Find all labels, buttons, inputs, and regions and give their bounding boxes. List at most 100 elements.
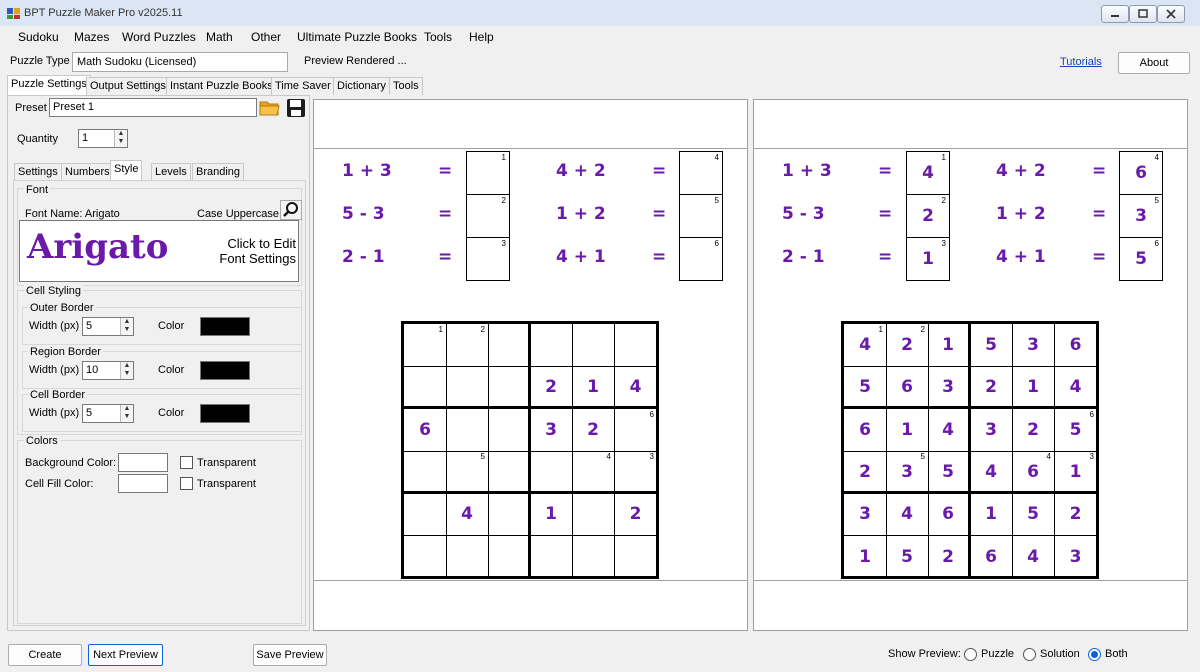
solution-preview-pane[interactable]: 1 + 3 = 1 4 4 + 2 = 4 6 5 - 3 = 2 2 1 + 2 = 5 3 2 - 1 = 3 1… [753,99,1188,631]
save-preview-button[interactable]: Save Preview [253,644,327,666]
subtab-branding[interactable]: Branding [192,163,245,181]
close-icon [1166,9,1176,19]
clue-number: 3 [941,239,946,248]
clue-expression: 1 + 2 [996,204,1046,224]
region-border-label: Region Border [28,346,103,358]
tab-tools[interactable]: Tools [389,77,423,95]
grid-cell [488,324,531,367]
grid-cell: 2 [446,324,489,367]
cell-clue-number: 1 [438,325,443,334]
cell-value: 6 [942,504,954,525]
outer-color-swatch[interactable] [200,317,250,336]
tab-dictionary[interactable]: Dictionary [333,77,390,95]
show-puzzle-radio[interactable] [964,648,977,661]
menu-tools[interactable]: Tools [424,30,452,44]
subtab-settings[interactable]: Settings [14,163,62,181]
answer-value: 5 [1135,249,1147,269]
background-transparent-label: Transparent [197,457,256,469]
preset-input[interactable]: Preset 1 [49,98,257,117]
puzzle-type-select[interactable]: Math Sudoku (Licensed) ⌄ [72,52,288,72]
grid-cell: 2 [844,450,887,494]
grid-cell: 3 [1012,324,1055,367]
spin-buttons[interactable]: ▲ ▼ [120,405,133,422]
cell-fill-color-swatch[interactable] [118,474,168,493]
subtab-levels[interactable]: Levels [151,163,191,181]
subtab-numbers[interactable]: Numbers [61,163,114,181]
menu-help[interactable]: Help [469,30,494,44]
cell-fill-transparent-checkbox[interactable] [180,477,193,490]
show-both-radio[interactable] [1088,648,1101,661]
create-button[interactable]: Create [8,644,82,666]
spin-down-icon[interactable]: ▼ [121,413,133,421]
outer-width-stepper[interactable]: 5 ▲ ▼ [82,317,134,336]
cell-value: 4 [901,504,913,525]
grid-cell [446,408,489,452]
close-button[interactable] [1157,5,1185,23]
region-color-swatch[interactable] [200,361,250,380]
clue-number: 4 [1154,153,1159,162]
menu-sudoku[interactable]: Sudoku [18,30,59,44]
outer-width-value: 5 [86,320,93,332]
menu-other[interactable]: Other [251,30,281,44]
grid-cell: 5 [928,450,971,494]
about-button[interactable]: About [1118,52,1190,74]
show-preview-label: Show Preview: [888,648,961,660]
spin-buttons[interactable]: ▲ ▼ [120,362,133,379]
spin-up-icon[interactable]: ▲ [121,362,133,370]
open-folder-icon[interactable] [259,98,280,118]
clue-expression: 5 - 3 [342,204,385,224]
cell-clue-number: 4 [606,451,611,461]
answer-value: 4 [922,163,934,183]
grid-cell: 2 [1012,408,1055,452]
background-color-label: Background Color: [25,457,117,469]
cell-value: 2 [942,546,954,567]
menu-math[interactable]: Math [206,30,233,44]
tab-instant-puzzle-books[interactable]: Instant Puzzle Books [166,77,277,95]
cell-styling-label: Cell Styling [24,285,84,297]
equals-sign: = [652,161,667,181]
grid-cell: 5 [844,366,887,410]
spin-buttons[interactable]: ▲ ▼ [114,130,127,147]
cell-width-stepper[interactable]: 5 ▲ ▼ [82,404,134,423]
grid-cell: 4 [446,493,489,537]
quantity-stepper[interactable]: 1 ▲ ▼ [78,129,128,148]
cell-value: 3 [1069,546,1082,567]
menu-word-puzzles[interactable]: Word Puzzles [122,30,196,44]
spin-up-icon[interactable]: ▲ [121,318,133,326]
tab-puzzle-settings[interactable]: Puzzle Settings [7,75,91,96]
region-width-stepper[interactable]: 10 ▲ ▼ [82,361,134,380]
maximize-button[interactable] [1129,5,1157,23]
grid-cell: 6 [614,409,657,452]
puzzle-preview-pane[interactable]: 1 + 3 = 1 4 + 2 = 4 5 - 3 = 2 1 + 2 = 5 2 - 1 = 3 4 + 1… [313,99,748,631]
show-solution-radio[interactable] [1023,648,1036,661]
tutorials-link[interactable]: Tutorials [1060,56,1102,68]
font-preview-box[interactable]: Arigato Click to Edit Font Settings [19,220,299,282]
background-transparent-checkbox[interactable] [180,456,193,469]
clue-expression: 4 + 1 [996,247,1046,267]
minimize-button[interactable] [1101,5,1129,23]
spin-up-icon[interactable]: ▲ [121,405,133,413]
cell-value: 2 [859,461,871,482]
menu-mazes[interactable]: Mazes [74,30,109,44]
grid-cell [488,493,531,537]
cell-value: 1 [587,377,599,398]
grid-cell: 5 [446,450,489,494]
subtab-style[interactable]: Style [110,160,143,182]
spin-down-icon[interactable]: ▼ [121,370,133,378]
cell-clue-number: 6 [1089,409,1094,419]
cell-color-swatch[interactable] [200,404,250,423]
search-icon[interactable] [280,200,302,220]
spin-down-icon[interactable]: ▼ [121,326,133,334]
next-preview-button[interactable]: Next Preview [88,644,163,666]
tab-output-settings[interactable]: Output Settings [86,77,170,95]
tab-time-saver[interactable]: Time Saver [271,77,335,95]
save-icon[interactable] [286,98,306,118]
spin-buttons[interactable]: ▲ ▼ [120,318,133,335]
menu-ultimate-puzzle-books[interactable]: Ultimate Puzzle Books [297,30,417,44]
spin-up-icon[interactable]: ▲ [115,130,127,138]
cell-color-label: Color [158,407,185,419]
spin-down-icon[interactable]: ▼ [115,138,127,146]
background-color-swatch[interactable] [118,453,168,472]
clue-number: 6 [714,239,719,248]
cell-value: 1 [1069,461,1082,482]
